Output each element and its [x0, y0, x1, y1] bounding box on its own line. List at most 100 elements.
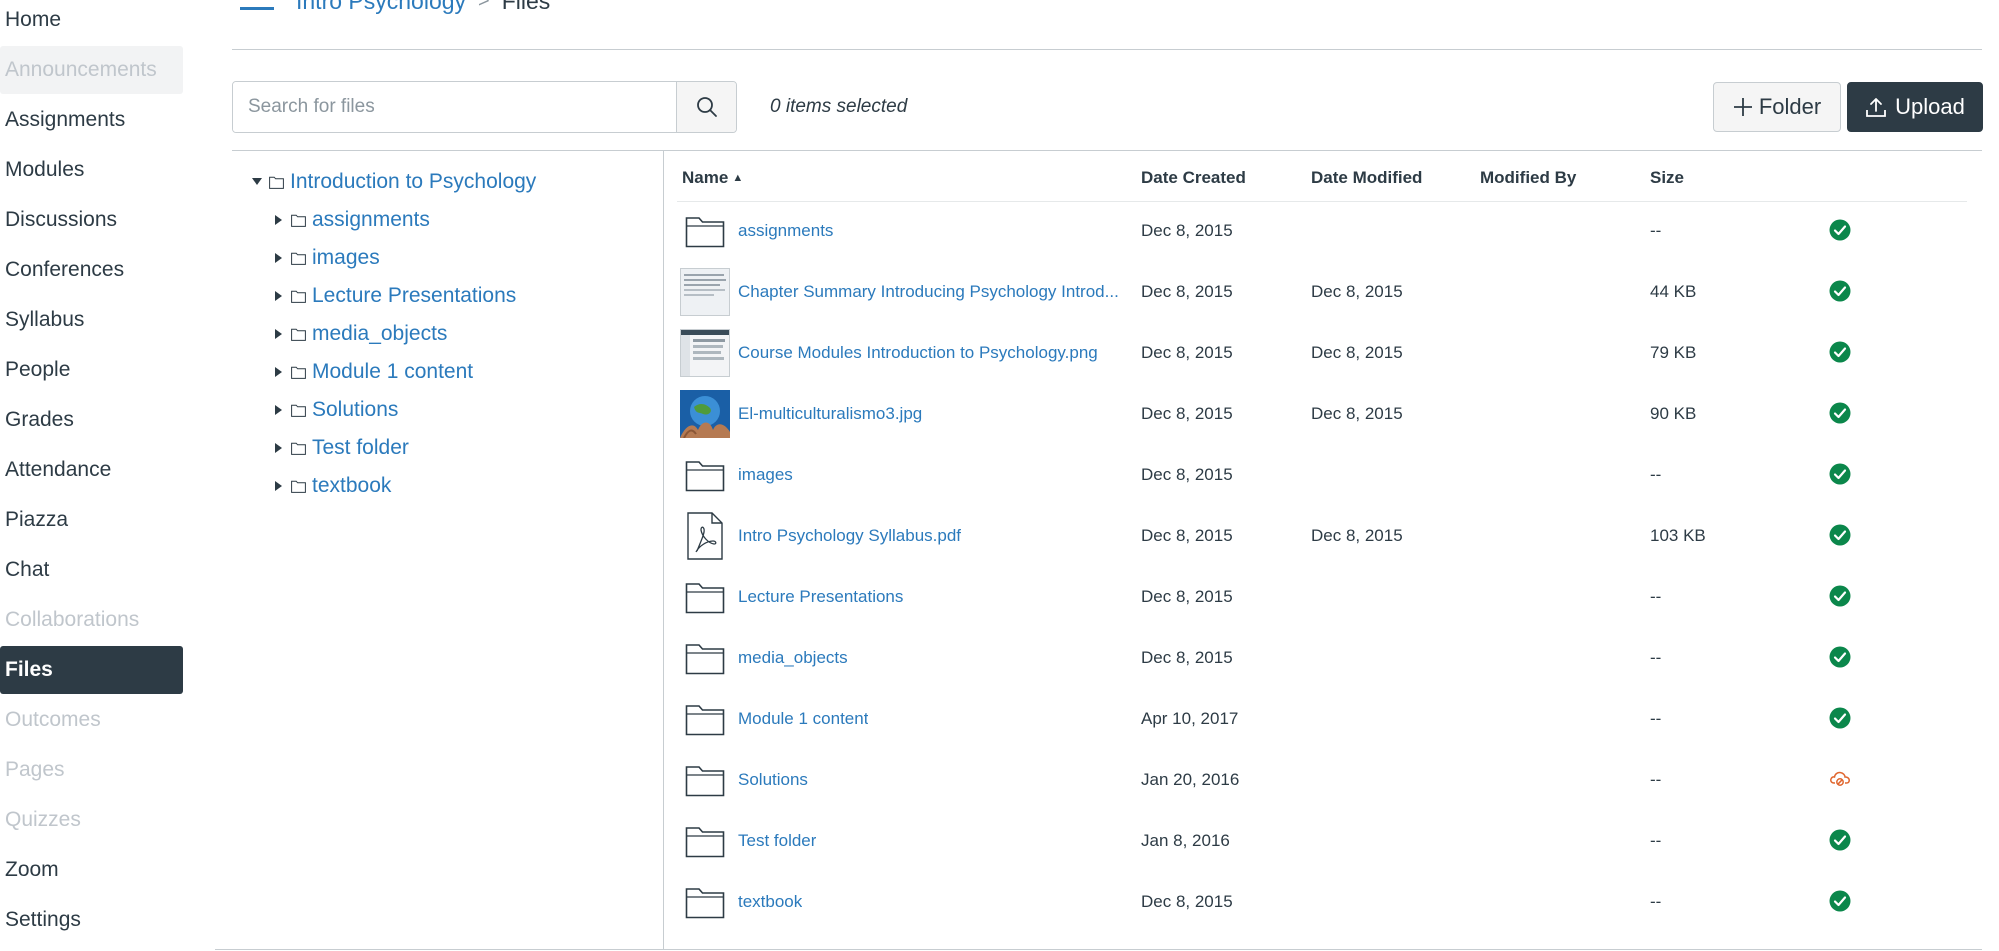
file-thumbnail	[680, 695, 730, 743]
file-name-link[interactable]: images	[738, 465, 793, 485]
pdf-file-icon	[687, 512, 723, 560]
hamburger-icon[interactable]	[240, 0, 274, 20]
caret-right-icon[interactable]	[273, 367, 285, 377]
column-header-date-created[interactable]: Date Created	[1141, 168, 1246, 188]
tree-folder-lecture-presentations[interactable]: Lecture Presentations	[273, 281, 516, 311]
table-row[interactable]: Lecture Presentations Dec 8, 2015 --	[677, 566, 1967, 627]
published-status[interactable]	[1829, 890, 1851, 912]
table-row[interactable]: Test folder Jan 8, 2016 --	[677, 810, 1967, 871]
search-input[interactable]	[233, 82, 676, 132]
unpublished-status[interactable]	[1829, 768, 1851, 790]
published-check-icon[interactable]	[1829, 829, 1851, 851]
published-status[interactable]	[1829, 402, 1851, 424]
file-name-link[interactable]: Intro Psychology Syllabus.pdf	[738, 526, 961, 546]
caret-right-icon[interactable]	[273, 215, 285, 225]
table-row[interactable]: El-multiculturalismo3.jpg Dec 8, 2015 Dec …	[677, 383, 1967, 444]
add-folder-button[interactable]: Folder	[1713, 82, 1841, 132]
search-button[interactable]	[676, 82, 736, 132]
column-header-modified-by[interactable]: Modified By	[1480, 168, 1576, 188]
file-name-cell: Chapter Summary Introducing Psychology I…	[738, 261, 1119, 322]
file-name-link[interactable]: Solutions	[738, 770, 808, 790]
date-modified-cell: Dec 8, 2015	[1311, 281, 1403, 301]
published-check-icon[interactable]	[1829, 280, 1851, 302]
tree-folder-assignments[interactable]: assignments	[273, 205, 430, 235]
file-name-link[interactable]: Course Modules Introduction to Psycholog…	[738, 343, 1098, 363]
published-status[interactable]	[1829, 280, 1851, 302]
upload-button[interactable]: Upload	[1847, 82, 1983, 132]
course-nav-item-conferences[interactable]: Conferences	[0, 246, 183, 294]
column-header-size[interactable]: Size	[1650, 168, 1684, 188]
file-name-link[interactable]: assignments	[738, 221, 833, 241]
course-nav-item-assignments[interactable]: Assignments	[0, 96, 183, 144]
file-name-link[interactable]: Test folder	[738, 831, 816, 851]
tree-folder-test-folder[interactable]: Test folder	[273, 433, 409, 463]
published-check-icon[interactable]	[1829, 646, 1851, 668]
tree-folder-media-objects[interactable]: media_objects	[273, 319, 447, 349]
table-row[interactable]: textbook Dec 8, 2015 --	[677, 871, 1967, 932]
course-nav-item-chat[interactable]: Chat	[0, 546, 183, 594]
caret-right-icon[interactable]	[273, 329, 285, 339]
table-row[interactable]: assignments Dec 8, 2015 --	[677, 200, 1967, 261]
course-nav-item-attendance[interactable]: Attendance	[0, 446, 183, 494]
tree-folder-solutions[interactable]: Solutions	[273, 395, 398, 425]
table-row[interactable]: Solutions Jan 20, 2016 --	[677, 749, 1967, 810]
folder-outline-icon	[291, 480, 306, 493]
file-name-link[interactable]: Chapter Summary Introducing Psychology I…	[738, 282, 1119, 302]
caret-right-icon[interactable]	[273, 481, 285, 491]
file-name-link[interactable]: textbook	[738, 892, 802, 912]
course-nav-item-zoom[interactable]: Zoom	[0, 846, 183, 894]
published-check-icon[interactable]	[1829, 707, 1851, 729]
tree-folder-images[interactable]: images	[273, 243, 380, 273]
published-status[interactable]	[1829, 829, 1851, 851]
table-row[interactable]: Chapter Summary Introducing Psychology I…	[677, 261, 1967, 322]
published-status[interactable]	[1829, 219, 1851, 241]
caret-right-icon[interactable]	[273, 443, 285, 453]
course-nav-item-modules[interactable]: Modules	[0, 146, 183, 194]
unpublished-cloud-icon[interactable]	[1829, 768, 1851, 790]
published-check-icon[interactable]	[1829, 585, 1851, 607]
published-status[interactable]	[1829, 524, 1851, 546]
course-nav-item-settings[interactable]: Settings	[0, 896, 183, 944]
file-name-link[interactable]: Lecture Presentations	[738, 587, 903, 607]
file-name-link[interactable]: media_objects	[738, 648, 848, 668]
tree-folder-textbook[interactable]: textbook	[273, 471, 391, 501]
course-nav-item-grades[interactable]: Grades	[0, 396, 183, 444]
published-status[interactable]	[1829, 585, 1851, 607]
published-check-icon[interactable]	[1829, 219, 1851, 241]
file-name-link[interactable]: Module 1 content	[738, 709, 868, 729]
published-check-icon[interactable]	[1829, 890, 1851, 912]
table-row[interactable]: images Dec 8, 2015 --	[677, 444, 1967, 505]
column-header-date-modified[interactable]: Date Modified	[1311, 168, 1422, 188]
caret-right-icon[interactable]	[273, 405, 285, 415]
course-nav-item-home[interactable]: Home	[0, 0, 183, 44]
tree-folder-module-1-content[interactable]: Module 1 content	[273, 357, 473, 387]
published-status[interactable]	[1829, 463, 1851, 485]
course-nav-item-people[interactable]: People	[0, 346, 183, 394]
published-status[interactable]	[1829, 707, 1851, 729]
tree-root-folder[interactable]: Introduction to Psychology	[251, 167, 536, 197]
published-check-icon[interactable]	[1829, 341, 1851, 363]
published-check-icon[interactable]	[1829, 402, 1851, 424]
folder-icon	[685, 766, 725, 797]
table-row[interactable]: media_objects Dec 8, 2015 --	[677, 627, 1967, 688]
caret-right-icon[interactable]	[273, 291, 285, 301]
date-created-cell: Dec 8, 2015	[1141, 281, 1233, 301]
breadcrumb-course-link[interactable]: Intro Psychology	[296, 0, 466, 15]
folder-icon	[269, 176, 284, 189]
table-row[interactable]: Module 1 content Apr 10, 2017 --	[677, 688, 1967, 749]
published-check-icon[interactable]	[1829, 524, 1851, 546]
course-nav-item-discussions[interactable]: Discussions	[0, 196, 183, 244]
caret-down-icon[interactable]	[251, 178, 263, 186]
column-header-name[interactable]: Name ▲	[682, 168, 743, 188]
table-row[interactable]: Course Modules Introduction to Psycholog…	[677, 322, 1967, 383]
course-nav-item-piazza[interactable]: Piazza	[0, 496, 183, 544]
caret-right-icon[interactable]	[273, 253, 285, 263]
table-row[interactable]: Intro Psychology Syllabus.pdf Dec 8, 2015…	[677, 505, 1967, 566]
course-nav-item-files[interactable]: Files	[0, 646, 183, 694]
published-status[interactable]	[1829, 646, 1851, 668]
course-nav-item-syllabus[interactable]: Syllabus	[0, 296, 183, 344]
file-name-link[interactable]: El-multiculturalismo3.jpg	[738, 404, 922, 424]
published-check-icon[interactable]	[1829, 463, 1851, 485]
date-created-cell: Dec 8, 2015	[1141, 342, 1233, 362]
published-status[interactable]	[1829, 341, 1851, 363]
